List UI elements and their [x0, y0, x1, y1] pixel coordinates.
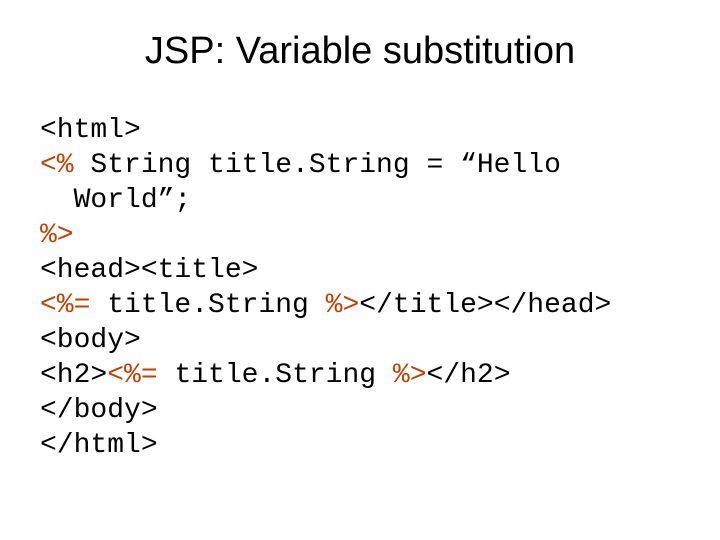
code-line: <%= title.String %></title></head> [40, 288, 690, 323]
code-line: <h2><%= title.String %></h2> [40, 358, 690, 393]
code-highlight: %> [40, 220, 74, 251]
page-title: JSP: Variable substitution [30, 30, 690, 73]
code-text: title.String [90, 290, 325, 321]
code-line: <html> [40, 113, 690, 148]
code-highlight: <%= [107, 360, 157, 391]
code-highlight: <% [40, 150, 74, 181]
code-text: <h2> [40, 360, 107, 391]
code-text: </title></head> [359, 290, 611, 321]
code-line: <head><title> [40, 253, 690, 288]
code-text: </h2> [427, 360, 511, 391]
code-line: </body> [40, 393, 690, 428]
code-line: World”; [40, 183, 690, 218]
code-highlight: %> [326, 290, 360, 321]
code-text: title.String [158, 360, 393, 391]
code-highlight: %> [393, 360, 427, 391]
code-text: String title.String = “Hello [74, 150, 561, 181]
code-block: <html> <% String title.String = “Hello W… [30, 113, 690, 463]
code-line: %> [40, 218, 690, 253]
code-line: <body> [40, 323, 690, 358]
code-line: <% String title.String = “Hello [40, 148, 690, 183]
code-line: </html> [40, 428, 690, 463]
code-highlight: <%= [40, 290, 90, 321]
